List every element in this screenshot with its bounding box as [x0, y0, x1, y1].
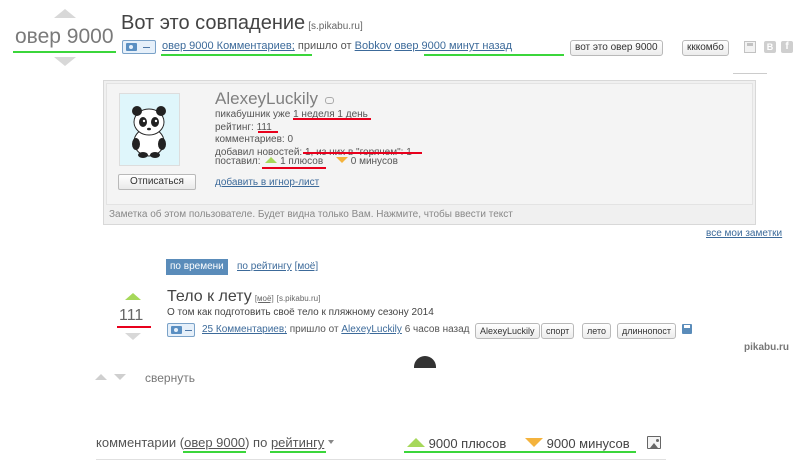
comments-label: комментарии ( — [96, 435, 185, 450]
inner-upvote-button[interactable] — [125, 293, 141, 300]
plus-icon — [407, 438, 425, 447]
post-from-text: пришло от — [297, 40, 352, 52]
post-rating: овер 9000 — [15, 25, 114, 48]
panda-avatar-icon — [120, 94, 179, 165]
all-notes-link[interactable]: все мои заметки — [706, 228, 782, 239]
plus-given: 1 плюсов — [265, 156, 323, 167]
inner-rating-underline — [117, 326, 151, 328]
age-underline — [293, 118, 371, 120]
inner-downvote-button[interactable] — [125, 333, 141, 340]
inner-post-title: Тело к лету [моё] [s.pikabu.ru] — [167, 288, 320, 306]
inner-save-icon[interactable] — [682, 324, 692, 334]
sort-underline — [270, 451, 326, 453]
minus-icon — [335, 157, 348, 163]
posts-underline — [303, 152, 422, 154]
comments-close: ) — [245, 435, 250, 450]
inner-comments-link[interactable]: 25 Комментариев; — [202, 324, 287, 335]
post-source: [s.pikabu.ru] — [308, 21, 363, 32]
minus-icon — [525, 438, 543, 447]
inner-post-source: [s.pikabu.ru] — [276, 294, 321, 303]
collapse-link[interactable]: свернуть — [145, 371, 195, 385]
sort-by-rating-link[interactable]: по рейтингу — [237, 261, 292, 272]
save-icon[interactable] — [744, 41, 756, 53]
inner-post-tag[interactable]: спорт — [541, 323, 575, 339]
inner-post-meta: 25 Комментариев; пришло от AlexeyLuckily… — [202, 324, 470, 335]
comments-sort-link[interactable]: рейтингу — [271, 435, 324, 450]
divider — [733, 73, 767, 74]
post-title-text[interactable]: Вот это совпадение — [121, 12, 305, 34]
inner-post-title-text[interactable]: Тело к лету — [167, 288, 252, 305]
profile-card-inner — [106, 83, 753, 205]
stat-comments: комментариев: 0 — [215, 134, 294, 145]
inner-photo-toggle-button[interactable] — [167, 323, 195, 337]
votes-given: поставил: 1 плюсов 0 минусов — [215, 156, 398, 167]
comments-by: по — [253, 435, 268, 450]
inner-post-tag[interactable]: длиннопост — [617, 323, 676, 339]
note-field[interactable]: Заметка об этом пользователе. Будет видн… — [109, 209, 513, 220]
profile-username-text[interactable]: AlexeyLuckily — [215, 89, 318, 108]
footer-minus[interactable]: 9000 минусов — [525, 436, 630, 451]
post-title[interactable]: Вот это совпадение [s.pikabu.ru] — [121, 12, 363, 35]
vk-icon[interactable]: B — [764, 41, 776, 53]
inner-post-tag[interactable]: AlexeyLuckily — [475, 323, 540, 339]
avatar[interactable] — [119, 93, 180, 166]
post-time-link[interactable]: овер 9000 минут назад — [394, 40, 512, 52]
post-author-link[interactable]: Bobkov — [355, 40, 392, 52]
facebook-icon[interactable]: f — [781, 41, 793, 53]
rating-underline — [13, 51, 116, 53]
sort-chevron-icon[interactable] — [327, 440, 334, 444]
inner-post-description: О том как подготовить своё тело к пляжно… — [167, 307, 434, 318]
time-underline — [424, 54, 564, 56]
rating-value-underline — [258, 131, 278, 133]
inner-time-text: 6 часов назад — [404, 324, 470, 335]
post-tag[interactable]: кккомбо — [682, 40, 729, 56]
inner-post-rating: 111 — [119, 307, 144, 324]
minus-icon — [185, 330, 192, 331]
inner-from-text: пришло от — [289, 324, 339, 335]
profile-username: AlexeyLuckily — [215, 89, 335, 109]
collapse-up-icon[interactable] — [95, 374, 107, 380]
plus-icon — [265, 157, 278, 163]
link-icon[interactable] — [325, 97, 335, 104]
plus-underline — [262, 167, 326, 169]
post-comments-link[interactable]: овер 9000 Комментариев; — [162, 40, 295, 52]
camera-icon — [171, 326, 182, 334]
sort-mine-link[interactable]: [моё] — [295, 261, 319, 272]
loading-spinner-icon — [414, 356, 436, 368]
watermark: pikabu.ru — [744, 342, 790, 353]
votes-given-label: поставил: — [215, 156, 261, 167]
footer-plus[interactable]: 9000 плюсов — [407, 436, 506, 451]
post-tag[interactable]: вот это овер 9000 — [570, 40, 663, 56]
minus-given: 0 минусов — [335, 156, 398, 167]
inner-author-link[interactable]: AlexeyLuckily — [341, 324, 402, 335]
collapse-down-icon[interactable] — [114, 374, 126, 380]
post-meta: овер 9000 Комментариев; пришло от Bobkov… — [162, 40, 512, 52]
comments-header: комментарии (овер 9000) по рейтингу — [96, 435, 334, 450]
ignore-link[interactable]: добавить в игнор-лист — [215, 177, 319, 188]
profile-card — [103, 80, 756, 225]
count-underline — [183, 451, 246, 453]
camera-icon — [126, 43, 137, 51]
sort-options: по рейтингу [моё] — [237, 261, 318, 272]
upvote-button[interactable] — [54, 9, 76, 18]
downvote-button[interactable] — [54, 57, 76, 66]
comments-count[interactable]: овер 9000 — [184, 435, 245, 450]
votes-underline — [404, 451, 636, 453]
photo-toggle-button[interactable] — [122, 40, 156, 54]
minus-icon — [143, 47, 150, 48]
image-icon[interactable] — [647, 436, 661, 449]
comments-underline — [161, 54, 312, 56]
stat-rating: рейтинг: 111 — [215, 121, 272, 133]
unsubscribe-button[interactable]: Отписаться — [118, 174, 196, 190]
inner-post-mine-link[interactable]: [моё] — [255, 294, 274, 303]
inner-post-tag[interactable]: лето — [582, 323, 611, 339]
sort-by-time-button[interactable]: по времени — [166, 259, 228, 275]
